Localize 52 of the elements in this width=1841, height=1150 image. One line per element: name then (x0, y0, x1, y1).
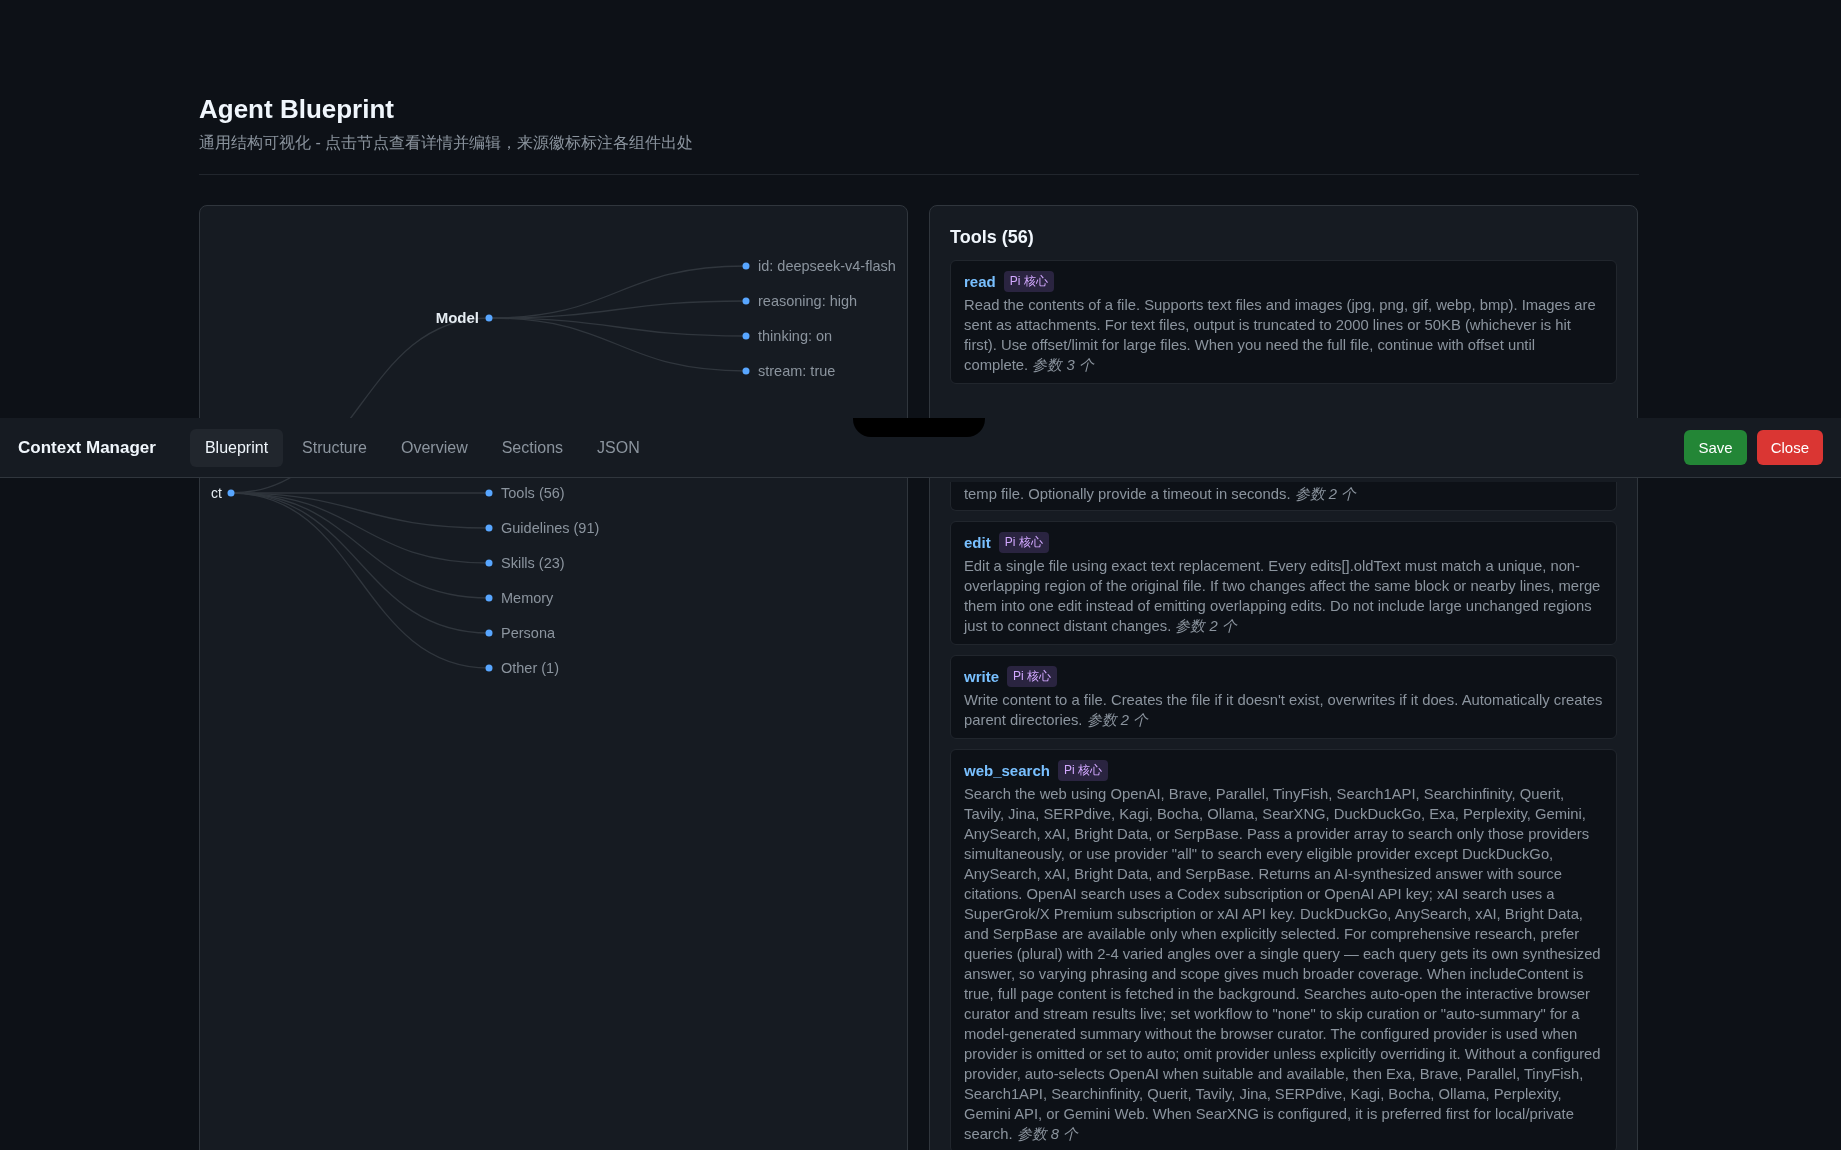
node-label[interactable]: Guidelines (91) (501, 520, 600, 536)
node-label[interactable]: Persona (501, 625, 555, 641)
node-label[interactable]: thinking: on (758, 328, 833, 344)
tool-description: Read the contents of a file. Supports text files and images (jpg, png, gif, webp, bmp). Images are sent as attachments. For text files, output is truncated to 2000 lines or 50KB (whichever is hit first). Use offset/limit for large files. When you need the full file, continue with offset until complete. 参数 3 个 (964, 296, 1597, 375)
tool-description: Edit a single file using exact text replacement. Every edits[].oldText must match a unique, non-overlapping region of the original file. If two changes affect the same block or nearby lines, merge them into one edit instead of emitting overlapping edits. Do not include large unchanged regions just to connect distant changes. 参数 2 个 (964, 557, 1602, 636)
source-badge: Pi 核心 (998, 532, 1049, 553)
node-dot[interactable] (485, 559, 493, 567)
tab[interactable]: Blueprint (189, 428, 284, 467)
node-dot[interactable] (485, 314, 493, 322)
node-dot[interactable] (485, 664, 493, 672)
node-dot[interactable] (227, 489, 235, 497)
node-label[interactable]: Memory (501, 590, 554, 606)
node-dot[interactable] (742, 367, 750, 375)
node-label[interactable]: id: deepseek-v4-flash (758, 258, 896, 274)
node-dot[interactable] (742, 332, 750, 340)
node-label[interactable]: Other (1) (501, 660, 559, 676)
node-dot[interactable] (485, 594, 493, 602)
node-label[interactable]: Skills (23) (501, 555, 565, 571)
tool-name: write (964, 668, 999, 685)
tool-description: Write content to a file. Creates the file if it doesn't exist, overwrites if it does. Automatically creates parent directories. 参数 2 个 (964, 691, 1603, 730)
node-label[interactable]: ct (211, 485, 222, 501)
node-label[interactable]: Tools (56) (501, 485, 565, 501)
save-button[interactable]: Save (1684, 430, 1747, 465)
node-dot[interactable] (485, 489, 493, 497)
tool-description: Search the web using OpenAI, Brave, Parallel, TinyFish, Search1API, Searchinfinity, Querit, Tavily, Jina, SERPdive, Kagi, Bocha, Ollama, SearXNG, DuckDuckGo, Exa, Perplexity, Gemini, AnySearch, xAI, Bright Data, or SerpBase. Pass a provider array to search only those providers simultaneously, or use provider "all" to search every eligible provider except DuckDuckGo, AnySearch, xAI, Bright Data, and SerpBase. Returns an AI-synthesized answer with source citations. OpenAI search uses a Codex subscription or OpenAI API key; xAI search uses a SuperGrok/X Premium subscription or xAI API key. DuckDuckGo, AnySearch, xAI, Bright Data, and SerpBase are available only when explicitly selected. For comprehensive research, prefer queries (plural) with 2-4 varied angles over a single query — each query gets its own synthesized answer, so varying phrasing and scope gives much broader coverage. When includeContent is true, full page content is fetched in the background. Searches auto-open the interactive browser curator and stream results live; set workflow to "none" to skip curation or "auto-summary" for a model-generated summary without the browser curator. The configured provider is used when provider is omitted or set to auto; omit provider unless explicitly overriding it. Without a configured provider, auto-selects OpenAI when suitable and available, then Exa, Brave, Parallel, TinyFish, Search1API, Searchinfinity, Querit, Tavily, Jina, SERPdive, Kagi, Bocha, Ollama, Perplexity, Gemini API, or Gemini Web. When SearXNG is configured, it is preferred first for local/private search. 参数 8 个 (964, 785, 1602, 1144)
node-dot[interactable] (485, 629, 493, 637)
tool-card[interactable] (950, 260, 1617, 384)
node-dot[interactable] (742, 262, 750, 270)
page-subtitle: 通用结构可视化 - 点击节点查看详情并编辑，来源徽标标注各组件出处 (199, 133, 695, 153)
node-dot[interactable] (485, 524, 493, 532)
node-label[interactable]: stream: true (758, 363, 836, 379)
node-label[interactable]: reasoning: high (758, 293, 858, 309)
tab[interactable]: Sections (486, 428, 579, 467)
app-title: Context Manager (18, 437, 156, 458)
close-button[interactable]: Close (1756, 430, 1823, 465)
tool-card[interactable]: write Pi 核心 Write content to a file. Creates the file if it doesn't exist, overwrites if it does. Automatically creates parent directories. 参数 2 个 (950, 655, 1617, 739)
source-badge: Pi 核心 (1007, 666, 1058, 687)
page-title: Agent Blueprint (199, 94, 395, 125)
tool-card[interactable]: temp file. Optionally provide a timeout in seconds. 参数 2 个 (950, 482, 1617, 511)
source-badge: Pi 核心 (1003, 271, 1054, 292)
source-badge: Pi 核心 (1057, 760, 1108, 781)
tab[interactable]: Overview (386, 428, 483, 467)
tab[interactable]: JSON (582, 428, 655, 467)
tool-card[interactable] (950, 521, 1617, 645)
tool-name: read (964, 273, 996, 290)
node-dot[interactable] (742, 297, 750, 305)
node-label[interactable]: Model (435, 309, 479, 326)
panel-title: Tools (56) (950, 227, 1035, 248)
tool-description: temp file. Optionally provide a timeout in seconds. 参数 2 个 (964, 485, 1358, 504)
tool-name: edit (964, 534, 991, 551)
tab[interactable]: Structure (287, 428, 382, 467)
tool-name: web_search (964, 762, 1050, 779)
